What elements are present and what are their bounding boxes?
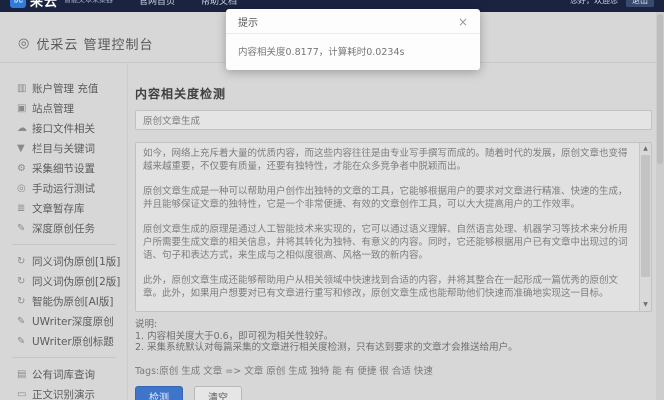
scroll-down-icon[interactable]: ▼ [640, 300, 651, 310]
sidebar-divider [12, 244, 116, 245]
scroll-up-icon[interactable]: ▲ [640, 144, 651, 154]
content-area: ▥ 账户管理 充值 ▣ 站点管理 ☁ 接口文件相关 ▼ [0, 62, 664, 400]
content-paragraph: 原创文章生成是一种可以帮助用户创作出独特的文章的工具，它能够根据用户的要求对文章… [143, 185, 635, 211]
sidebar-item[interactable]: ▥ 账户管理 充值 [0, 78, 127, 98]
sidebar-item-label: 账户管理 充值 [32, 81, 98, 96]
app-window: 优 采云 智能文章采集器 官网首页 帮助文档 您好，欢迎您 退出 ◎ 优采云 管… [0, 0, 664, 400]
page-scrollbar[interactable] [656, 12, 664, 400]
clear-button[interactable]: 清空 [194, 386, 242, 400]
dialog-title: 提示 [238, 14, 258, 29]
sidebar-item[interactable]: ↻ 同义词伪原创[1版] [0, 251, 127, 271]
page-header: ◎ 优采云 管理控制台 [18, 34, 153, 53]
sidebar-item[interactable]: ≣ 文章暂存库 [0, 198, 127, 218]
result-dialog: 提示 × 内容相关度0.8177，计算耗时0.0234s [226, 9, 480, 70]
sidebar-item-label: 同义词伪原创[1版] [32, 254, 120, 269]
sidebar-item[interactable]: ✎ UWriter原创标题 [0, 331, 127, 351]
user-greeting: 您好，欢迎您 [570, 0, 618, 6]
sidebar-group-rewrite: ↻ 同义词伪原创[1版] ↻ 同义词伪原创[2版] ↻ 智能伪原创[AI版] [0, 251, 127, 351]
sidebar-item-label: 采集细节设置 [32, 161, 95, 176]
sidebar-item-icon: ↻ [17, 296, 32, 307]
sidebar-item-label: 同义词伪原创[2版] [32, 274, 120, 289]
sidebar-item-icon: ↻ [17, 276, 32, 287]
sidebar-item-icon: ▤ [17, 369, 32, 380]
sidebar-item-label: 栏目与关键词 [32, 141, 95, 156]
sidebar-item-label: 手动运行测试 [32, 181, 95, 196]
sidebar-item[interactable]: ▣ 站点管理 [0, 98, 127, 118]
section-heading: 内容相关度检测 [135, 85, 652, 102]
sidebar-item-label: 站点管理 [32, 101, 74, 116]
sidebar-item[interactable]: ↻ 同义词伪原创[2版] [0, 271, 127, 291]
scrollbar-thumb[interactable] [641, 155, 650, 277]
topnav-item-docs[interactable]: 帮助文档 [201, 0, 237, 7]
sidebar-item[interactable]: ▭ 正文识别演示 [0, 384, 127, 400]
dialog-header: 提示 × [226, 9, 480, 34]
sidebar-item-icon: ↻ [17, 256, 32, 267]
instruction-line: 2. 采集系统默认对每篇采集的文章进行相关度检测，只有达到要求的文章才会推送给用… [135, 342, 652, 354]
sidebar-item-icon: ▼ [17, 143, 32, 154]
sidebar-item-label: 智能伪原创[AI版] [32, 294, 113, 309]
brand-name: 采云 [30, 0, 58, 10]
sidebar-item[interactable]: ✎ 深度原创任务 [0, 218, 127, 238]
brand-tagline: 智能文章采集器 [64, 0, 113, 5]
sidebar-item-icon: ◎ [17, 183, 32, 194]
sidebar-item-icon: ⚙ [17, 163, 32, 174]
sidebar-item-label: 公有词库查询 [32, 367, 95, 382]
instruction-line: 1. 内容相关度大于0.6，即可视为相关性较好。 [135, 331, 652, 343]
topnav-item-home[interactable]: 官网首页 [139, 0, 175, 7]
sidebar-group-tools: ▤ 公有词库查询 ▭ 正文识别演示 [0, 364, 127, 400]
sidebar-item[interactable]: ✎ UWriter深度原创 [0, 311, 127, 331]
sidebar-item-icon: ✎ [17, 336, 32, 347]
article-title-input[interactable] [135, 110, 652, 130]
sidebar-item[interactable]: ⚙ 采集细节设置 [0, 158, 127, 178]
instructions-text: 说明: 1. 内容相关度大于0.6，即可视为相关性较好。 2. 采集系统默认对每… [135, 319, 652, 354]
brand-logo-icon: 优 [10, 0, 26, 8]
dialog-message: 内容相关度0.8177，计算耗时0.0234s [226, 34, 480, 70]
sidebar-item-icon: ☁ [17, 123, 32, 134]
content-paragraph: 如今，网络上充斥着大量的优质内容，而这些内容往往是由专业写手撰写而成的。随着时代… [143, 147, 635, 173]
sidebar-item-label: UWriter深度原创 [32, 314, 114, 329]
sidebar-item-icon: ≣ [17, 203, 32, 214]
sidebar-item[interactable]: ▤ 公有词库查询 [0, 364, 127, 384]
instruction-line: 说明: [135, 319, 652, 331]
action-buttons: 检测 清空 [135, 386, 652, 400]
textarea-scrollbar[interactable]: ▲ ▼ [639, 143, 651, 311]
sidebar-item-icon: ▭ [17, 389, 32, 400]
sidebar-item[interactable]: ◎ 手动运行测试 [0, 178, 127, 198]
sidebar-item-icon: ▣ [17, 103, 32, 114]
close-icon[interactable]: × [458, 16, 468, 28]
sidebar-item-label: 正文识别演示 [32, 387, 95, 400]
tags-line: Tags:原创 生成 文章 => 文章 原创 生成 独特 能 有 便捷 很 合适… [135, 363, 652, 377]
logout-button[interactable]: 退出 [626, 0, 654, 7]
sidebar-item[interactable]: ↻ 智能伪原创[AI版] [0, 291, 127, 311]
sidebar-item-label: UWriter原创标题 [32, 334, 114, 349]
sidebar-item-label: 深度原创任务 [32, 221, 95, 236]
sidebar-item-label: 接口文件相关 [32, 121, 95, 136]
sidebar-item[interactable]: ▼ 栏目与关键词 [0, 138, 127, 158]
sidebar-item-icon: ▥ [17, 83, 32, 94]
content-text: 如今，网络上充斥着大量的优质内容，而这些内容往往是由专业写手撰写而成的。随着时代… [143, 147, 635, 311]
page-title: 优采云 管理控制台 [36, 34, 153, 53]
gear-icon: ◎ [18, 36, 29, 51]
content-paragraph: 原创文章生成的原理是通过人工智能技术来实现的，它可以通过语义理解、自然语言处理、… [143, 223, 635, 262]
sidebar-item[interactable]: ☁ 接口文件相关 [0, 118, 127, 138]
sidebar-divider [12, 357, 116, 358]
content-paragraph: 此外，原创文章生成还能够帮助用户从相关领域中快速找到合适的内容，并将其整合在一起… [143, 274, 635, 300]
page-scrollbar-thumb[interactable] [657, 14, 663, 164]
content-textarea[interactable]: 如今，网络上充斥着大量的优质内容，而这些内容往往是由专业写手撰写而成的。随着时代… [135, 142, 652, 312]
sidebar-item-icon: ✎ [17, 316, 32, 327]
main-panel: 内容相关度检测 如今，网络上充斥着大量的优质内容，而这些内容往往是由专业写手撰写… [135, 63, 652, 400]
sidebar-item-icon: ✎ [17, 223, 32, 234]
sidebar-menu: ▥ 账户管理 充值 ▣ 站点管理 ☁ 接口文件相关 ▼ [0, 63, 128, 400]
sidebar-group-main: ▥ 账户管理 充值 ▣ 站点管理 ☁ 接口文件相关 ▼ [0, 78, 127, 238]
sidebar-item-label: 文章暂存库 [32, 201, 85, 216]
detect-button[interactable]: 检测 [135, 386, 183, 400]
